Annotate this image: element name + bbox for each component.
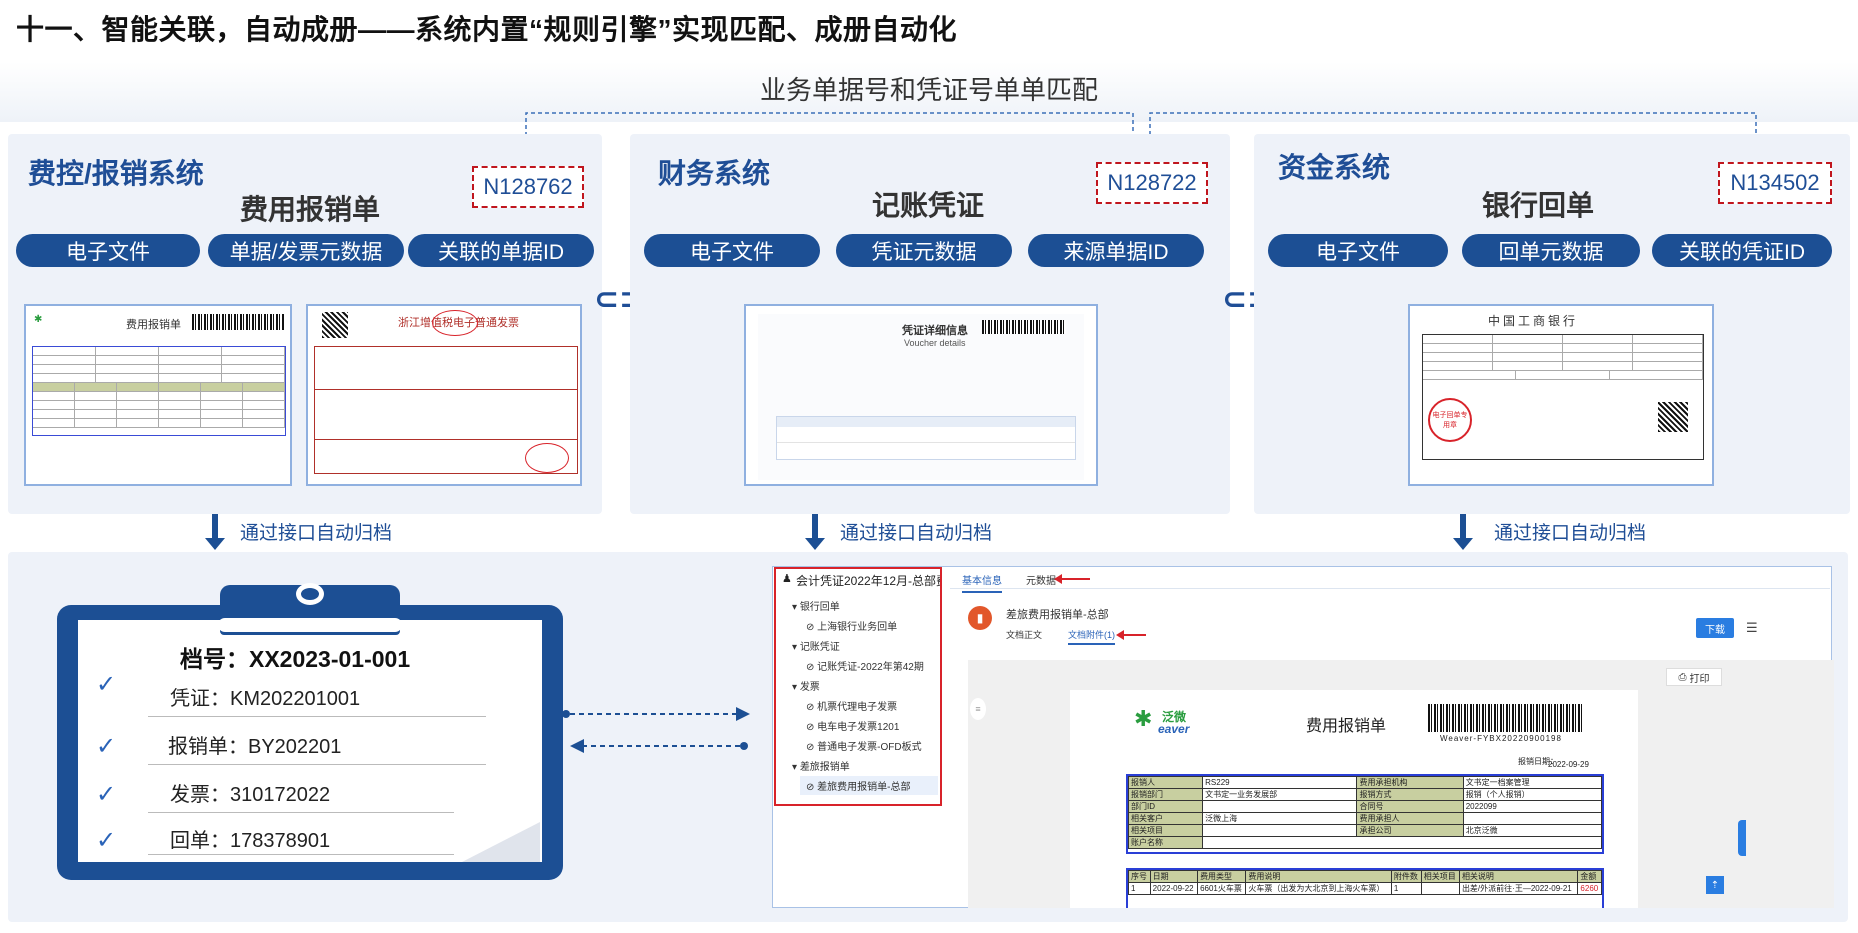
tree-item[interactable]: ⊘ 电车电子发票1201 bbox=[806, 718, 899, 733]
archive-row-voucher: 凭证：KM202201001 bbox=[170, 688, 361, 710]
check-icon: ✓ bbox=[96, 671, 117, 698]
check-icon: ✓ bbox=[96, 733, 117, 760]
download-button[interactable]: 下载 bbox=[1696, 618, 1734, 638]
tree-header[interactable]: 会计凭证2022年12月-总部费用... bbox=[796, 572, 940, 589]
expense-form-thumbnail: ✱ 费用报销单 bbox=[24, 304, 292, 486]
barcode bbox=[192, 314, 284, 330]
down-arrow-icon bbox=[1453, 514, 1473, 550]
barcode bbox=[1428, 704, 1584, 732]
voucher-thumb-title: 凭证详细信息 bbox=[902, 325, 968, 337]
auto-archive-label: 通过接口自动归档 bbox=[840, 523, 993, 544]
document-icon: ▮ bbox=[968, 606, 992, 630]
tree-item[interactable]: ⊘ 记账凭证-2022年第42期 bbox=[806, 658, 924, 673]
bank-stamp-icon: 电子回单专用章 bbox=[1428, 398, 1472, 442]
system-name: 财务系统 bbox=[658, 158, 771, 189]
voucher-thumbnail: 凭证详细信息 Voucher details bbox=[744, 304, 1098, 486]
qr-code-icon bbox=[1658, 402, 1688, 432]
invoice-thumbnail: 浙江增值税电子普通发票 bbox=[306, 304, 582, 486]
archive-row-expense: 报销单：BY202201 bbox=[168, 736, 342, 758]
pill-metadata: 回单元数据 bbox=[1462, 234, 1640, 267]
tree-item[interactable]: ⊘ 上海银行业务回单 bbox=[806, 618, 897, 633]
pill-metadata: 凭证元数据 bbox=[836, 234, 1012, 267]
document-name: 费用报销单 bbox=[239, 194, 380, 225]
logo-en: eaver bbox=[1158, 722, 1190, 736]
document-name: 记账凭证 bbox=[871, 190, 984, 221]
down-arrow-icon bbox=[805, 514, 825, 550]
form-header-table: 报销人 RS229 费用承担机构 文书定一档案管理 报销部门 文书定一业务发展部 报销方式… bbox=[1126, 774, 1604, 854]
down-arrow-icon bbox=[205, 514, 225, 550]
voucher-thumb-subtitle: Voucher details bbox=[904, 338, 966, 348]
tree-group-invoice[interactable]: ▾ 发票 bbox=[792, 678, 820, 693]
bank-thumb-title: 中国工商银行 bbox=[1488, 314, 1579, 328]
tree-item[interactable]: ⊘ 普通电子发票-OFD板式 bbox=[806, 738, 922, 753]
tree-group-voucher[interactable]: ▾ 记账凭证 bbox=[792, 638, 840, 653]
archive-row-receipt: 回单：178378901 bbox=[170, 830, 331, 852]
person-icon: ♟ bbox=[782, 573, 792, 585]
invoice-thumb-table bbox=[314, 346, 578, 474]
date-value: 2022-09-29 bbox=[1548, 760, 1589, 769]
archive-number: 档号：XX2023-01-001 bbox=[180, 646, 411, 672]
pill-metadata: 单据/发票元数据 bbox=[208, 234, 404, 267]
sidebar-toggle-icon[interactable]: ≡ bbox=[970, 698, 986, 720]
check-icon: ✓ bbox=[96, 827, 117, 854]
pill-linked-id: 关联的单据ID bbox=[408, 234, 594, 267]
bank-receipt-thumbnail: 中国工商银行 电子回单专用章 bbox=[1408, 304, 1714, 486]
print-button[interactable]: ⎙ 打印 bbox=[1666, 668, 1722, 686]
pill-electronic-file: 电子文件 bbox=[644, 234, 820, 267]
tree-item[interactable]: ⊘ 机票代理电子发票 bbox=[806, 698, 897, 713]
subtab-main[interactable]: 文档正文 bbox=[1006, 628, 1042, 641]
check-icon: ✓ bbox=[96, 781, 117, 808]
red-arrow-icon bbox=[1054, 574, 1090, 584]
tax-stamp-icon bbox=[432, 310, 478, 336]
expense-thumb-title: 费用报销单 bbox=[126, 319, 181, 331]
weaver-logo-icon: ✱ bbox=[34, 314, 43, 325]
pill-linked-voucher-id: 关联的凭证ID bbox=[1652, 234, 1832, 267]
document-name: 银行回单 bbox=[1481, 190, 1594, 221]
auto-archive-label: 通过接口自动归档 bbox=[240, 523, 393, 544]
qr-code-icon bbox=[322, 312, 348, 338]
auto-archive-label: 通过接口自动归档 bbox=[1494, 523, 1647, 544]
document-title: 差旅费用报销单-总部 bbox=[1006, 609, 1109, 621]
barcode-text: Weaver-FYBX20220900198 bbox=[1440, 734, 1562, 743]
tab-basic-info[interactable]: 基本信息 bbox=[962, 572, 1002, 593]
archive-row-invoice: 发票：310172022 bbox=[170, 784, 331, 806]
document-id-box: N128762 bbox=[472, 166, 584, 208]
pill-electronic-file: 电子文件 bbox=[16, 234, 200, 267]
system-name: 费控/报销系统 bbox=[28, 158, 204, 189]
menu-icon[interactable]: ☰ bbox=[1746, 620, 1758, 636]
form-detail-table: 序号 日期 费用类型 费用说明 附件数 相关项目 相关说明 金额 1 2022-… bbox=[1126, 868, 1604, 908]
scroll-top-icon[interactable]: ⇡ bbox=[1706, 876, 1724, 894]
system-name: 资金系统 bbox=[1278, 152, 1391, 183]
tab-metadata[interactable]: 元数据 bbox=[1026, 572, 1056, 587]
document-id-box: N128722 bbox=[1096, 162, 1208, 204]
sync-arrows bbox=[562, 707, 750, 753]
pill-source-id: 来源单据ID bbox=[1028, 234, 1204, 267]
tree-group-bank[interactable]: ▾ 银行回单 bbox=[792, 598, 840, 613]
tree-item-selected[interactable]: ⊘ 差旅费用报销单-总部 bbox=[800, 776, 938, 795]
form-title: 费用报销单 bbox=[1306, 718, 1387, 735]
barcode bbox=[982, 320, 1066, 334]
print-icon: ⎙ bbox=[1678, 671, 1687, 683]
voucher-thumb-table bbox=[776, 416, 1076, 460]
subtab-attachment[interactable]: 文档附件(1) bbox=[1068, 628, 1115, 645]
bank-thumb-table bbox=[1422, 334, 1704, 460]
page-title: 十一、智能关联，自动成册——系统内置“规则引擎”实现匹配、成册自动化 bbox=[16, 14, 958, 45]
weaver-logo-icon: ✱ bbox=[1134, 706, 1153, 731]
document-id-box: N134502 bbox=[1718, 162, 1832, 204]
tree-group-expense[interactable]: ▾ 差旅报销单 bbox=[792, 758, 850, 773]
side-handle[interactable] bbox=[1738, 820, 1746, 856]
pill-electronic-file: 电子文件 bbox=[1268, 234, 1448, 267]
red-arrow-icon bbox=[1116, 630, 1146, 640]
expense-thumb-table bbox=[32, 346, 286, 436]
